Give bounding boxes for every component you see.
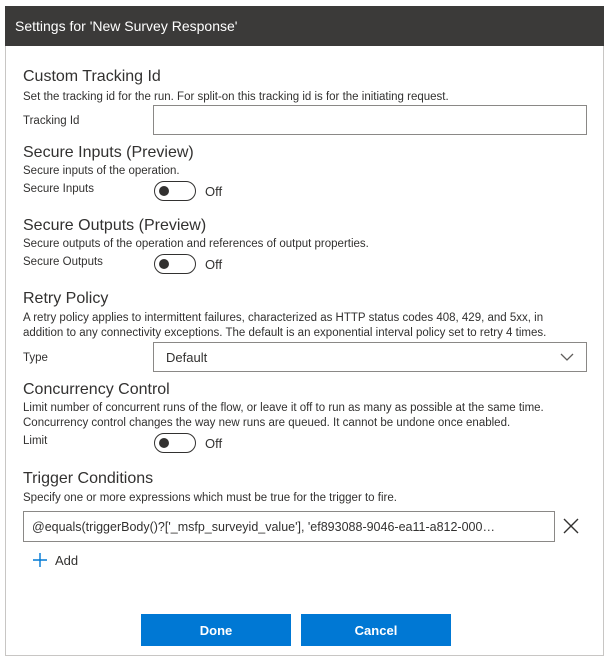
secure-outputs-toggle[interactable] — [154, 254, 196, 274]
secure-outputs-section-title: Secure Outputs (Preview) — [23, 217, 207, 234]
concurrency-limit-state: Off — [205, 436, 223, 451]
secure-outputs-label: Secure Outputs — [23, 256, 103, 268]
add-condition-button[interactable]: Add — [32, 552, 78, 568]
secure-inputs-label: Secure Inputs — [23, 183, 94, 195]
trigger-condition-value: @equals(triggerBody()?['_msfp_surveyid_v… — [32, 519, 495, 534]
secure-inputs-toggle[interactable] — [154, 181, 196, 201]
settings-panel: Custom Tracking Id Set the tracking id f… — [5, 46, 604, 656]
tracking-section-description: Set the tracking id for the run. For spl… — [23, 91, 449, 103]
retry-description-line2: addition to any connectivity exceptions.… — [23, 327, 547, 339]
chevron-down-icon — [560, 350, 574, 364]
cancel-button[interactable]: Cancel — [301, 614, 451, 646]
retry-description-line1: A retry policy applies to intermittent f… — [23, 312, 544, 324]
tracking-section-title: Custom Tracking Id — [23, 68, 161, 85]
toggle-knob — [159, 186, 169, 196]
retry-type-dropdown[interactable]: Default — [153, 342, 587, 372]
secure-outputs-section-description: Secure outputs of the operation and refe… — [23, 238, 369, 250]
secure-inputs-section-title: Secure Inputs (Preview) — [23, 144, 194, 161]
tracking-id-label: Tracking Id — [23, 115, 80, 127]
concurrency-description-line2: Concurrency control changes the way new … — [23, 417, 511, 429]
secure-inputs-state: Off — [205, 184, 223, 199]
secure-inputs-section-description: Secure inputs of the operation. — [23, 165, 180, 177]
plus-icon — [32, 552, 48, 568]
trigger-section-description: Specify one or more expressions which mu… — [23, 492, 397, 504]
dialog-title: Settings for 'New Survey Response' — [15, 18, 238, 34]
concurrency-description-line1: Limit number of concurrent runs of the f… — [23, 402, 544, 414]
done-button[interactable]: Done — [141, 614, 291, 646]
concurrency-limit-label: Limit — [23, 435, 48, 447]
concurrency-section-title: Concurrency Control — [23, 381, 170, 398]
remove-condition-icon[interactable] — [563, 518, 579, 534]
toggle-knob — [159, 259, 169, 269]
trigger-section-title: Trigger Conditions — [23, 470, 154, 487]
secure-outputs-state: Off — [205, 257, 223, 272]
retry-type-value: Default — [166, 349, 208, 365]
toggle-knob — [159, 438, 169, 448]
add-condition-label: Add — [55, 552, 79, 568]
concurrency-limit-toggle[interactable] — [154, 433, 196, 453]
dialog-header: Settings for 'New Survey Response' — [5, 6, 604, 46]
retry-section-title: Retry Policy — [23, 290, 109, 307]
tracking-id-input[interactable] — [153, 105, 587, 135]
retry-type-label: Type — [23, 352, 48, 364]
trigger-condition-input[interactable]: @equals(triggerBody()?['_msfp_surveyid_v… — [23, 511, 555, 542]
